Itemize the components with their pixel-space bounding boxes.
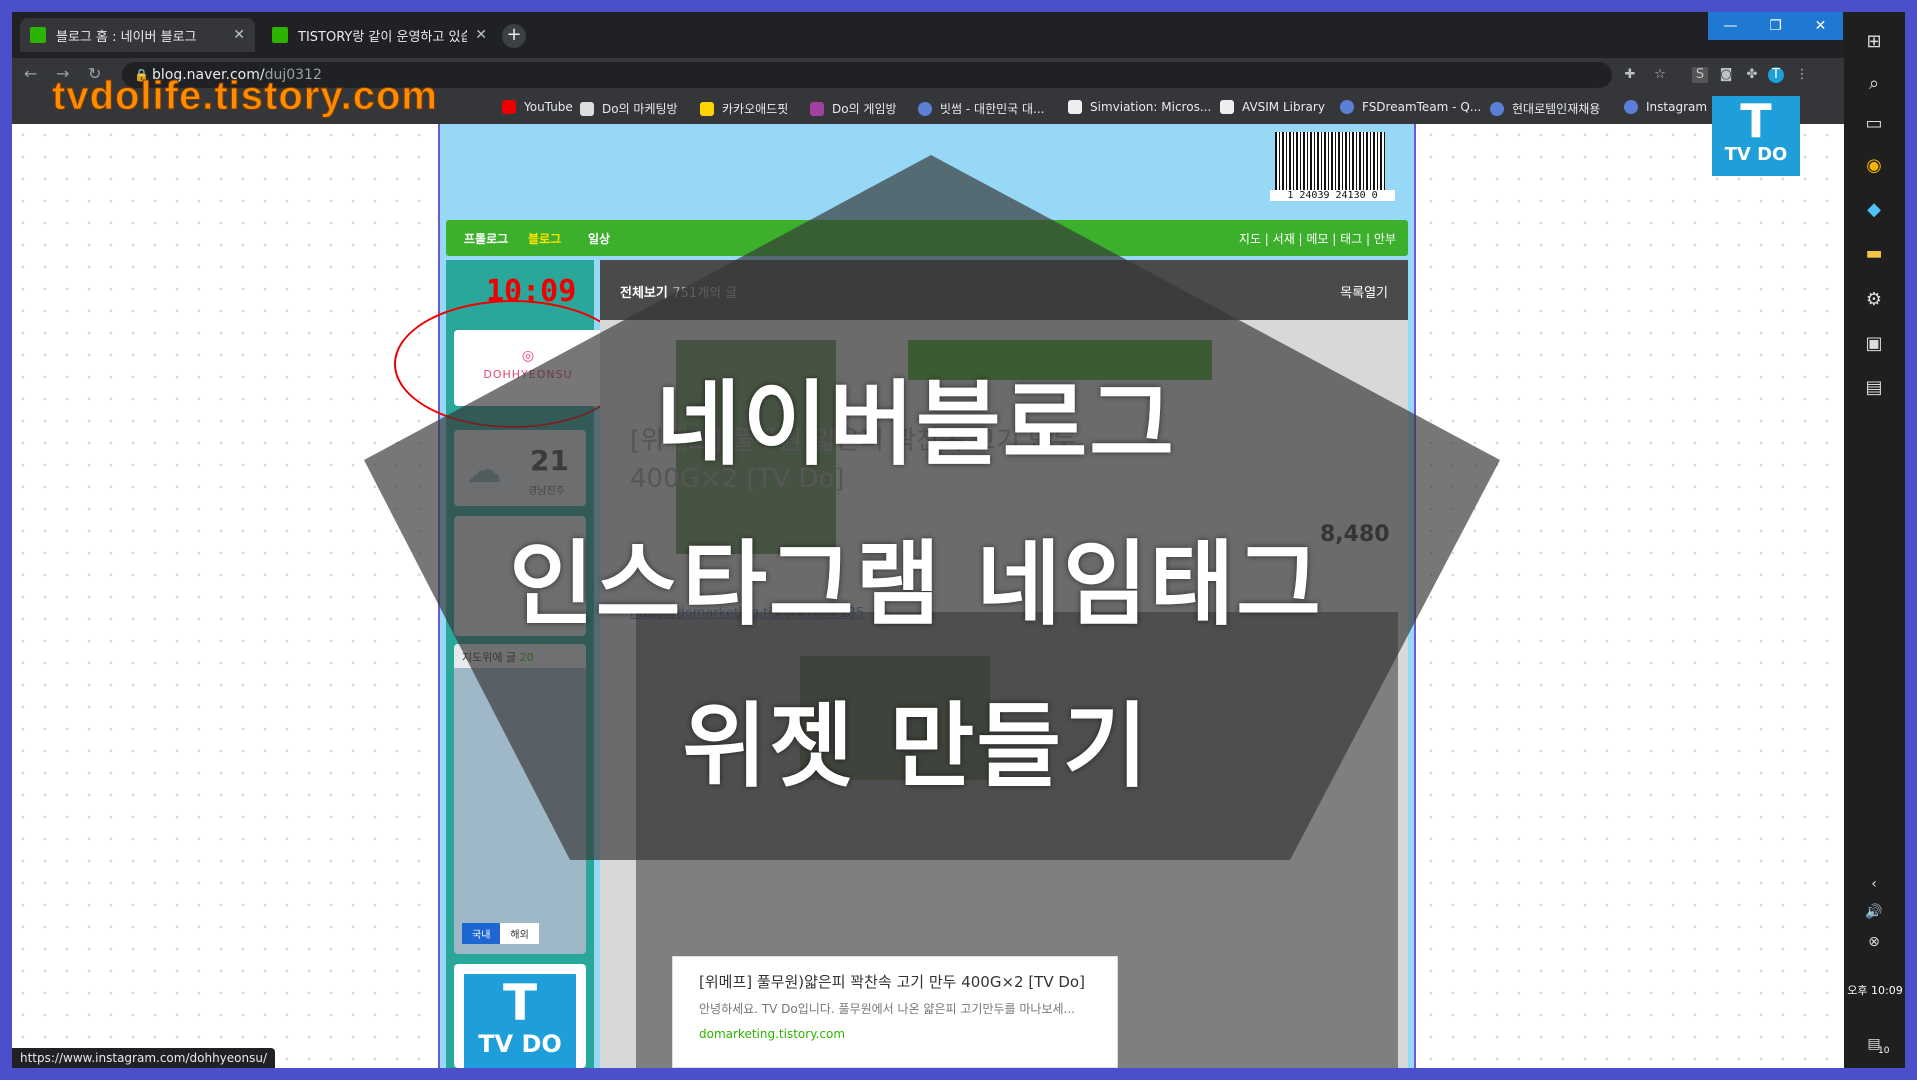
blog-menu-bar: 프롤로그 블로그 일상 지도 | 서재 | 메모 | 태그 | 안부 [446, 220, 1408, 256]
map-tab-overseas[interactable]: 해외 [500, 923, 539, 944]
bookmark-item[interactable]: 빗썸 - 대한민국 대... [918, 100, 1045, 117]
tv-do-logo-text: TV DO [1724, 144, 1788, 165]
windows-taskbar: ⊞ ⌕ ▭ ◉ ◆ ▬ ⚙ ▣ ▤ ‹ 🔊 ⊗ 오후 10:09 ▤ 10 [1844, 12, 1905, 1068]
back-icon[interactable]: ← [24, 64, 37, 83]
app-icon[interactable]: ◆ [1862, 198, 1886, 222]
menu-icon[interactable]: ⋮ [1794, 67, 1810, 83]
menu-right[interactable]: 지도 | 서재 | 메모 | 태그 | 안부 [1239, 230, 1396, 247]
extension-icon[interactable]: ✚ [1622, 67, 1638, 83]
bookmark-item[interactable]: Do의 마케팅방 [580, 100, 678, 117]
watermark-text: tvdolife.tistory.com [52, 74, 438, 119]
restore-button[interactable]: ❐ [1753, 12, 1798, 40]
puzzle-icon[interactable]: ✤ [1744, 67, 1760, 83]
windows-start-icon[interactable]: ⊞ [1862, 30, 1886, 54]
tv-do-logo-letter: T [502, 974, 538, 1032]
close-circle-icon[interactable]: ⊗ [1862, 930, 1886, 954]
menu-blog[interactable]: 블로그 [528, 230, 561, 247]
network-volume-icon[interactable]: 🔊 [1862, 900, 1886, 924]
bookmark-item[interactable]: Simviation: Micros... [1068, 100, 1211, 114]
bookmark-item[interactable]: Instagram [1624, 100, 1707, 114]
post-list-header: 전체보기 751개의 글 목록열기 [600, 260, 1408, 320]
overlay-title-line2: 인스타그램 네임태그 [509, 531, 1323, 638]
tv-do-logo-text: TV DO [478, 1030, 562, 1058]
card-url: domarketing.tistory.com [699, 1027, 846, 1041]
close-icon[interactable]: ✕ [475, 27, 487, 43]
clock-time[interactable]: 오후 10:09 [1846, 982, 1904, 998]
tv-do-logo-letter: T [1740, 94, 1772, 148]
store-icon[interactable]: ▣ [1862, 332, 1886, 356]
barcode-image [1275, 132, 1385, 192]
map-title: 지도위에 글 [462, 651, 517, 664]
bookmark-icon [810, 101, 824, 116]
map-tab-domestic[interactable]: 국내 [462, 923, 501, 944]
globe-icon [1340, 100, 1354, 114]
bookmark-icon [580, 101, 594, 116]
youtube-icon [502, 100, 516, 114]
tab-title: TISTORY랑 같이 운영하고 있습 [298, 29, 468, 45]
profile-logo-widget: T TV DO [454, 964, 586, 1068]
barcode-number: 1 24039 24130 0 [1270, 190, 1395, 201]
naver-blog-icon [30, 27, 46, 43]
steam-icon[interactable]: ⚙ [1862, 288, 1886, 312]
app-icon[interactable]: ▤ [1862, 376, 1886, 400]
extension-s-icon[interactable]: S [1692, 67, 1708, 83]
bookmark-item[interactable]: YouTube [502, 100, 573, 114]
bookmark-item[interactable]: 현대로템인재채용 [1490, 100, 1600, 117]
bookmark-item[interactable]: AVSIM Library [1220, 100, 1325, 114]
chrome-icon[interactable]: ◉ [1862, 154, 1886, 178]
tab-naver-blog[interactable]: 블로그 홈 : 네이버 블로그 ✕ [20, 18, 255, 52]
globe-icon [918, 101, 932, 116]
tistory-icon [272, 27, 288, 43]
profile-avatar[interactable]: T [1768, 67, 1784, 83]
map-count: 20 [519, 651, 534, 664]
globe-icon [1624, 100, 1638, 114]
open-list-button[interactable]: 목록열기 [1340, 282, 1388, 301]
chevron-up-icon[interactable]: ‹ [1862, 872, 1886, 896]
close-icon[interactable]: ✕ [233, 27, 245, 43]
tab-title: 블로그 홈 : 네이버 블로그 [56, 29, 197, 45]
star-icon[interactable]: ☆ [1652, 67, 1668, 83]
bookmark-item[interactable]: Do의 게임방 [810, 100, 897, 117]
weather-location: 경남진주 [528, 486, 565, 497]
tab-tistory[interactable]: TISTORY랑 같이 운영하고 있습 ✕ [262, 18, 497, 52]
link-preview-card[interactable]: [위메프] 풀무원)얇은피 꽉찬속 고기 만두 400G×2 [TV Do] 안… [672, 956, 1118, 1068]
overlay-title-line1: 네이버블로그 [656, 371, 1176, 478]
folder-icon[interactable]: ▬ [1862, 242, 1886, 266]
bookmark-icon [1068, 100, 1082, 114]
bookmark-icon [1220, 100, 1234, 114]
task-view-icon[interactable]: ▭ [1862, 112, 1886, 136]
globe-icon [1490, 101, 1504, 116]
menu-daily[interactable]: 일상 [588, 230, 610, 247]
search-icon[interactable]: ⌕ [1862, 72, 1886, 96]
card-description: 안녕하세요. TV Do입니다. 풀무원에서 나온 얇은피 고기만두를 마나보세… [699, 1002, 1075, 1016]
view-all[interactable]: 전체보기 751개의 글 [620, 282, 737, 301]
card-title: [위메프] 풀무원)얇은피 꽉찬속 고기 만두 400G×2 [TV Do] [699, 973, 1085, 991]
tv-do-logo: T TV DO [1712, 96, 1800, 176]
tab-bar: 블로그 홈 : 네이버 블로그 ✕ TISTORY랑 같이 운영하고 있습 ✕ … [12, 12, 1844, 58]
overlay-title-line3: 위젯 만들기 [682, 693, 1150, 800]
menu-prologue[interactable]: 프롤로그 [464, 230, 508, 247]
status-bar-url: https://www.instagram.com/dohhyeonsu/ [12, 1048, 276, 1068]
new-tab-button[interactable]: + [502, 24, 526, 48]
close-window-button[interactable]: ✕ [1798, 12, 1843, 40]
bookmark-item[interactable]: 카카오애드핏 [700, 100, 788, 117]
bookmark-item[interactable]: FSDreamTeam - Q... [1340, 100, 1481, 114]
notification-count: 10 [1878, 1046, 1890, 1056]
minimize-button[interactable]: — [1708, 12, 1753, 40]
extension-icon[interactable]: ◙ [1718, 67, 1734, 83]
kakao-icon [700, 101, 714, 116]
